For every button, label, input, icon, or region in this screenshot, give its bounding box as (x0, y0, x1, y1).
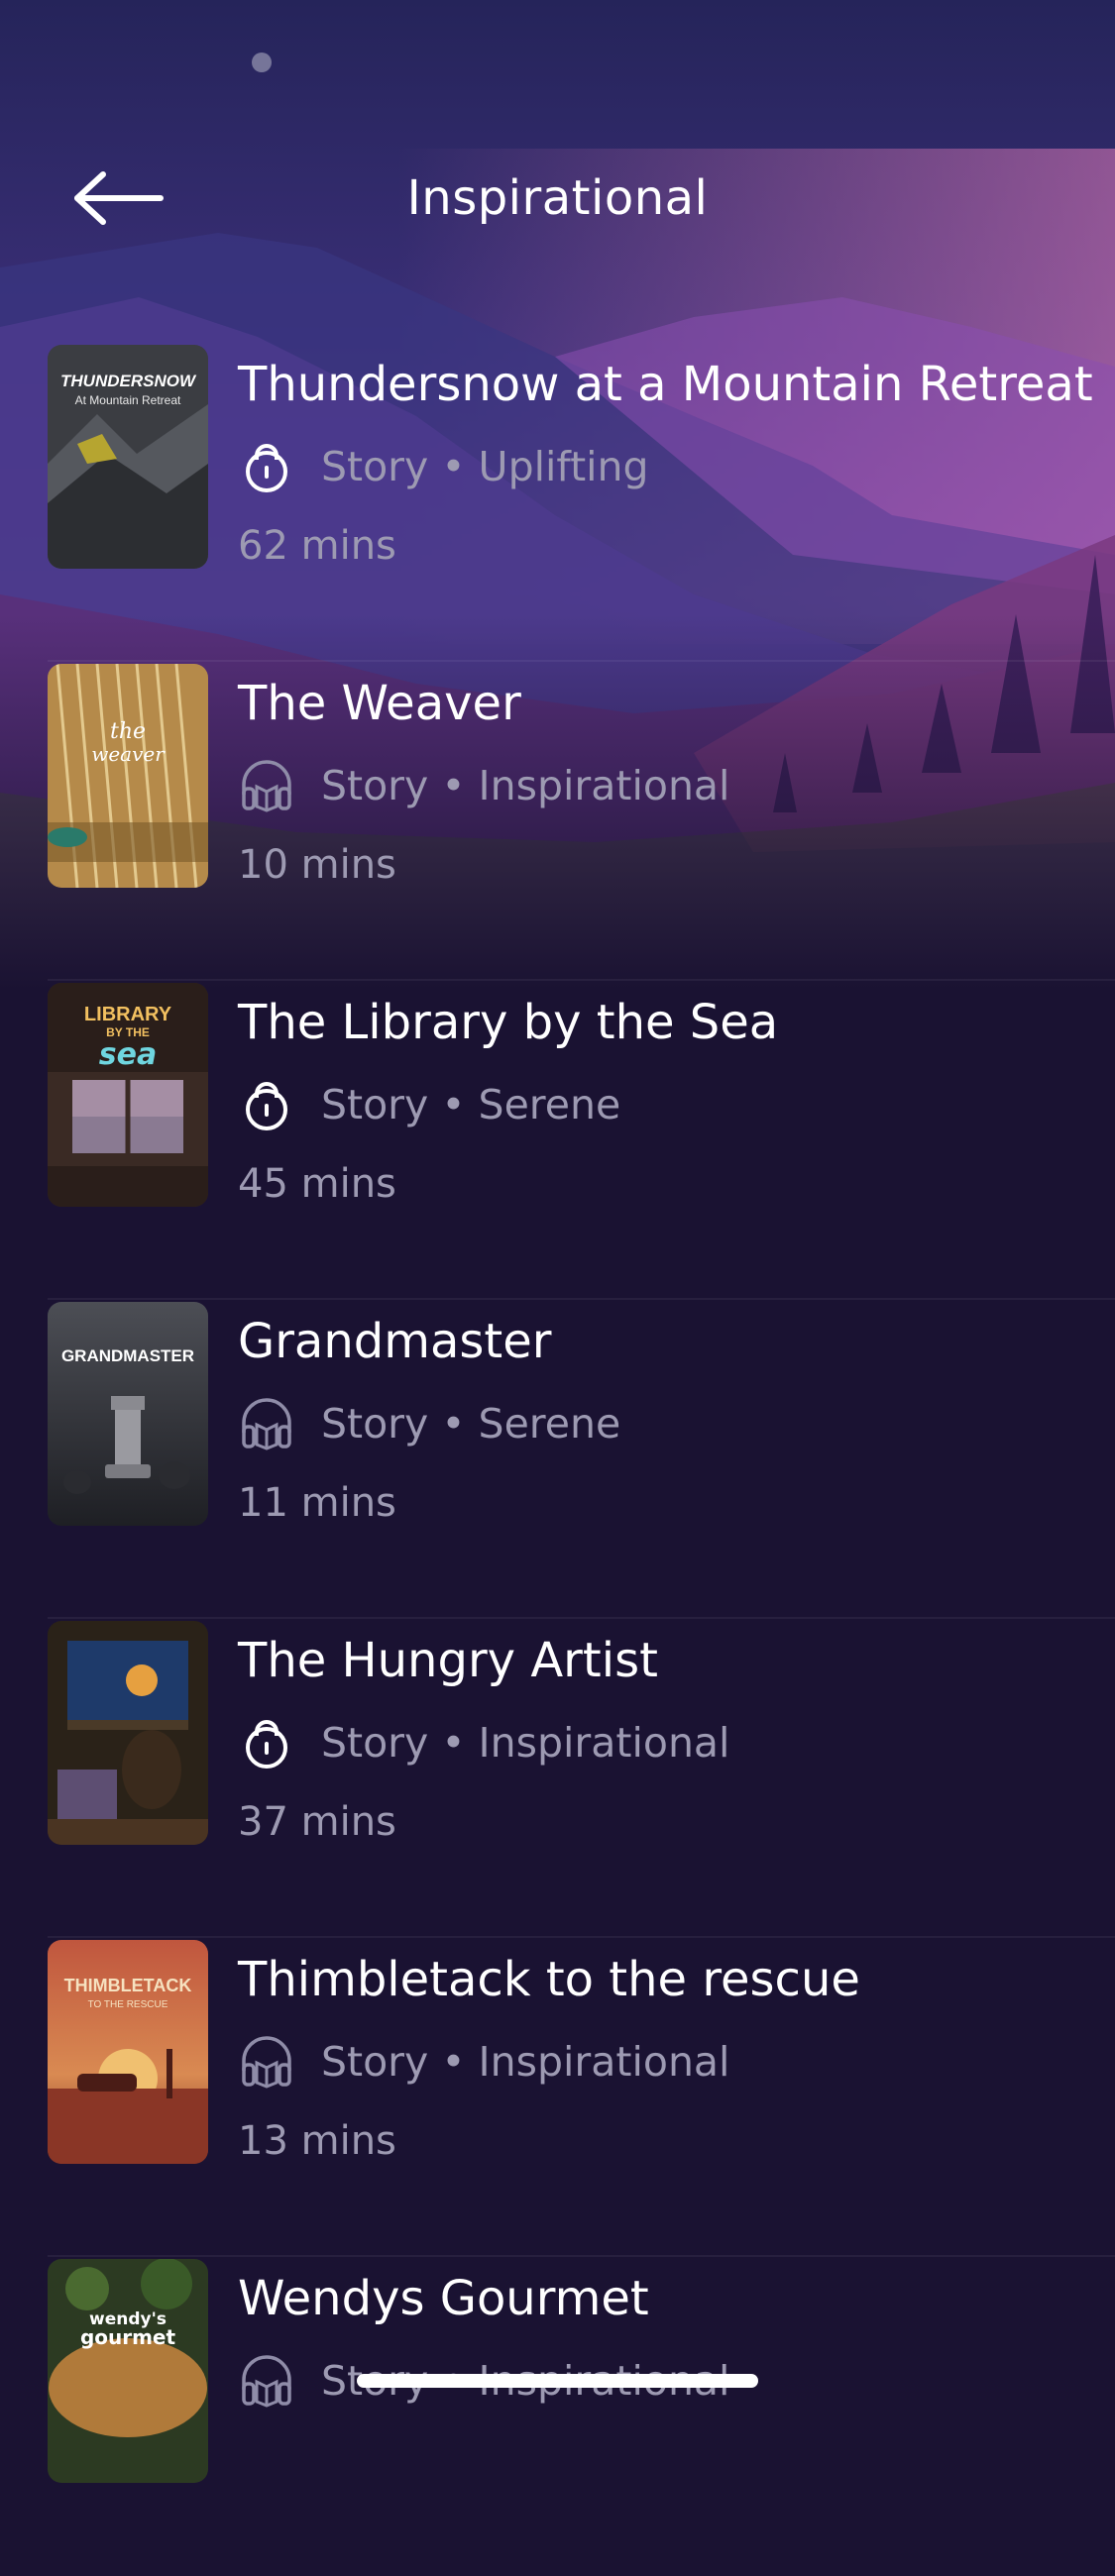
cover-text: the (110, 719, 146, 744)
list-item[interactable]: the weaver The Weaver Story • Inspiratio… (0, 662, 1115, 981)
item-meta-text: Story • Inspirational (321, 1719, 730, 1767)
item-meta-text: Story • Inspirational (321, 762, 730, 809)
home-indicator[interactable] (357, 2374, 758, 2388)
camera-dot (252, 53, 272, 72)
cover-text: THUNDERSNOW (60, 372, 197, 390)
story-list: THUNDERSNOW At Mountain Retreat Thunders… (0, 343, 1115, 2576)
item-meta-text: Story • Serene (321, 1081, 621, 1128)
item-meta: Story • Inspirational (238, 756, 729, 815)
item-duration: 13 mins (238, 2118, 396, 2164)
item-title: Wendys Gourmet (238, 2271, 649, 2326)
list-item[interactable]: LIBRARY BY THE sea The Library by the Se… (0, 981, 1115, 1300)
item-title: Thimbletack to the rescue (238, 1952, 860, 2007)
item-title: The Hungry Artist (238, 1633, 658, 1688)
item-title: The Library by the Sea (238, 995, 779, 1050)
lock-icon (246, 1082, 287, 1130)
list-item[interactable]: The Hungry Artist Story • Inspirational … (0, 1619, 1115, 1938)
item-meta: Story • Inspirational (238, 1713, 729, 1772)
cover-text: gourmet (80, 2325, 176, 2349)
item-meta: Story • Serene (238, 1394, 620, 1453)
item-duration: 11 mins (238, 1480, 396, 1526)
item-title: Thundersnow at a Mountain Retreat (238, 357, 1093, 412)
item-meta: Story • Serene (238, 1075, 620, 1134)
list-item[interactable]: GRANDMASTER Grandmaster Story • Serene 1… (0, 1300, 1115, 1619)
cover-grandmaster: GRANDMASTER (48, 1302, 208, 1526)
list-item[interactable]: THUNDERSNOW At Mountain Retreat Thunders… (0, 343, 1115, 662)
cover-hungry-artist (48, 1621, 208, 1845)
cover-library: LIBRARY BY THE sea (48, 983, 208, 1207)
headphones-icon (242, 1398, 291, 1450)
cover-text: GRANDMASTER (61, 1346, 194, 1365)
cover-thimbletack: THIMBLETACK TO THE RESCUE (48, 1940, 208, 2164)
list-item[interactable]: THIMBLETACK TO THE RESCUE Thimbletack to… (0, 1938, 1115, 2257)
header: Inspirational (0, 149, 1115, 248)
cover-text: sea (99, 1037, 157, 1072)
headphones-icon (242, 2036, 291, 2089)
item-duration: 37 mins (238, 1799, 396, 1845)
cover-wendys-gourmet: wendy's gourmet (48, 2259, 208, 2483)
list-item[interactable]: wendy's gourmet Wendys Gourmet Story • I… (0, 2257, 1115, 2576)
item-title: The Weaver (238, 676, 521, 731)
cover-text: LIBRARY (84, 1004, 172, 1025)
cover-thundersnow: THUNDERSNOW At Mountain Retreat (48, 345, 208, 569)
lock-icon (246, 444, 287, 492)
item-meta: Story • Uplifting (238, 437, 649, 496)
headphones-icon (242, 760, 291, 812)
item-meta: Story • Inspirational (238, 2032, 729, 2092)
item-duration: 62 mins (238, 523, 396, 569)
cover-text: At Mountain Retreat (75, 393, 181, 407)
page-title: Inspirational (406, 170, 709, 226)
cover-weaver: the weaver (48, 664, 208, 888)
cover-text: TO THE RESCUE (88, 1999, 168, 2010)
item-meta-text: Story • Inspirational (321, 2038, 730, 2086)
cover-text: THIMBLETACK (64, 1976, 192, 1995)
item-duration: 10 mins (238, 842, 396, 888)
lock-icon (246, 1720, 287, 1769)
item-title: Grandmaster (238, 1314, 552, 1369)
item-meta-text: Story • Serene (321, 1400, 621, 1448)
cover-text: weaver (91, 742, 166, 766)
headphones-icon (242, 2355, 291, 2408)
item-meta-text: Story • Uplifting (321, 443, 649, 490)
item-duration: 45 mins (238, 1161, 396, 1207)
